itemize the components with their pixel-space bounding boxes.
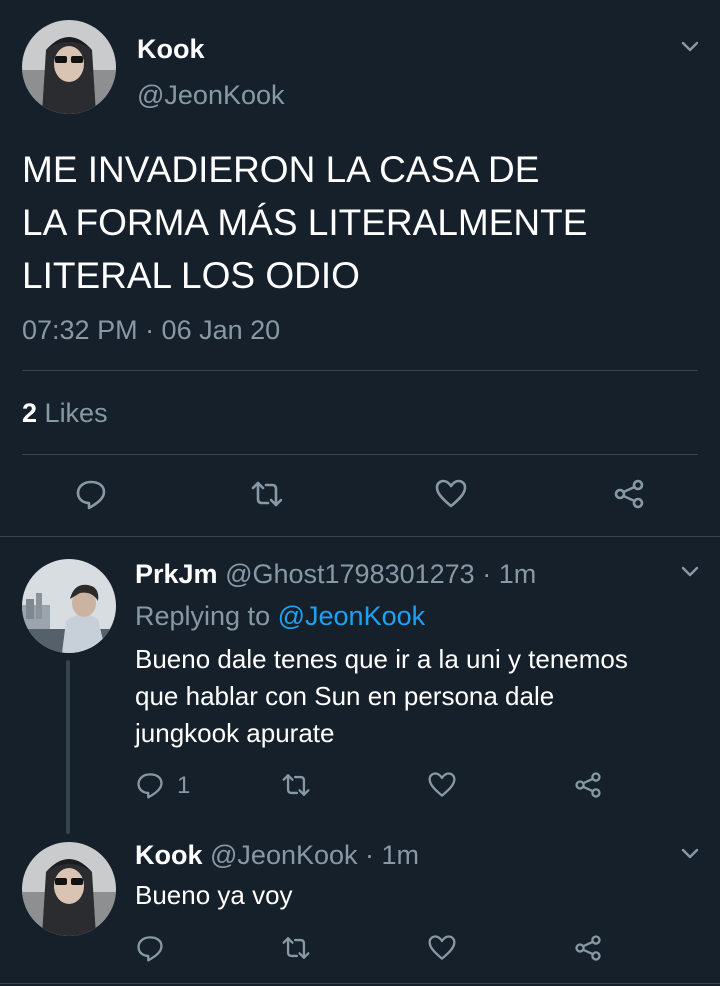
reply1-time: · 1m — [482, 559, 537, 589]
reply1-display-name[interactable]: PrkJm — [135, 559, 218, 589]
likes-count: 2 — [22, 398, 38, 428]
avatar-kook[interactable] — [22, 842, 116, 936]
reply1-text-line: que hablar con Sun en persona dale — [135, 681, 555, 711]
retweet-icon[interactable] — [281, 933, 311, 963]
reply1-replying-to: Replying to @JeonKook — [135, 599, 425, 633]
tweet-detail-page: Kook @JeonKook ME INVADIERON LA CASA DE … — [0, 0, 720, 986]
chevron-down-icon[interactable] — [678, 559, 702, 583]
reply-icon[interactable] — [135, 933, 165, 963]
section-divider — [0, 536, 720, 537]
divider — [22, 454, 698, 455]
like-icon[interactable] — [434, 477, 468, 511]
main-tweet-line: LITERAL LOS ODIO — [22, 255, 360, 296]
avatar-prkjm[interactable] — [22, 559, 116, 653]
reply-icon[interactable] — [74, 477, 108, 511]
retweet-icon[interactable] — [281, 770, 311, 800]
likes-stat[interactable]: 2 Likes — [22, 396, 108, 430]
chevron-down-icon[interactable] — [678, 34, 702, 58]
reply1-text-line: Bueno dale tenes que ir a la uni y tenem… — [135, 644, 628, 674]
reply1-header: PrkJm @Ghost1798301273 · 1m — [135, 557, 536, 591]
reply1-reply-count: 1 — [177, 772, 191, 799]
reply-icon[interactable] — [135, 770, 165, 800]
like-icon[interactable] — [427, 933, 457, 963]
reply2-handle[interactable]: @JeonKook — [210, 840, 358, 870]
reply1-text-line: jungkook apurate — [135, 718, 335, 748]
thread-line — [66, 660, 70, 834]
likes-label: Likes — [44, 398, 108, 428]
main-tweet-text: ME INVADIERON LA CASA DE LA FORMA MÁS LI… — [22, 143, 702, 302]
reply1-handle[interactable]: @Ghost1798301273 — [225, 559, 475, 589]
divider — [22, 370, 698, 371]
replying-to-label: Replying to — [135, 601, 271, 631]
share-icon[interactable] — [573, 770, 603, 800]
reply2-time: · 1m — [365, 840, 420, 870]
bottom-divider — [0, 983, 720, 984]
reply2-header: Kook @JeonKook · 1m — [135, 838, 419, 872]
retweet-icon[interactable] — [250, 477, 284, 511]
main-timestamp[interactable]: 07:32 PM · 06 Jan 20 — [22, 313, 280, 347]
main-handle[interactable]: @JeonKook — [137, 78, 285, 112]
chevron-down-icon[interactable] — [678, 841, 702, 865]
main-display-name[interactable]: Kook — [137, 32, 205, 66]
reply2-text: Bueno ya voy — [135, 880, 293, 910]
share-icon[interactable] — [573, 933, 603, 963]
share-icon[interactable] — [612, 477, 646, 511]
avatar-kook[interactable] — [22, 20, 116, 114]
main-tweet-line: ME INVADIERON LA CASA DE — [22, 149, 540, 190]
replying-to-handle[interactable]: @JeonKook — [278, 601, 426, 631]
like-icon[interactable] — [427, 770, 457, 800]
reply1-text: Bueno dale tenes que ir a la uni y tenem… — [135, 641, 628, 752]
main-tweet-line: LA FORMA MÁS LITERALMENTE — [22, 202, 588, 243]
reply2-display-name[interactable]: Kook — [135, 840, 203, 870]
